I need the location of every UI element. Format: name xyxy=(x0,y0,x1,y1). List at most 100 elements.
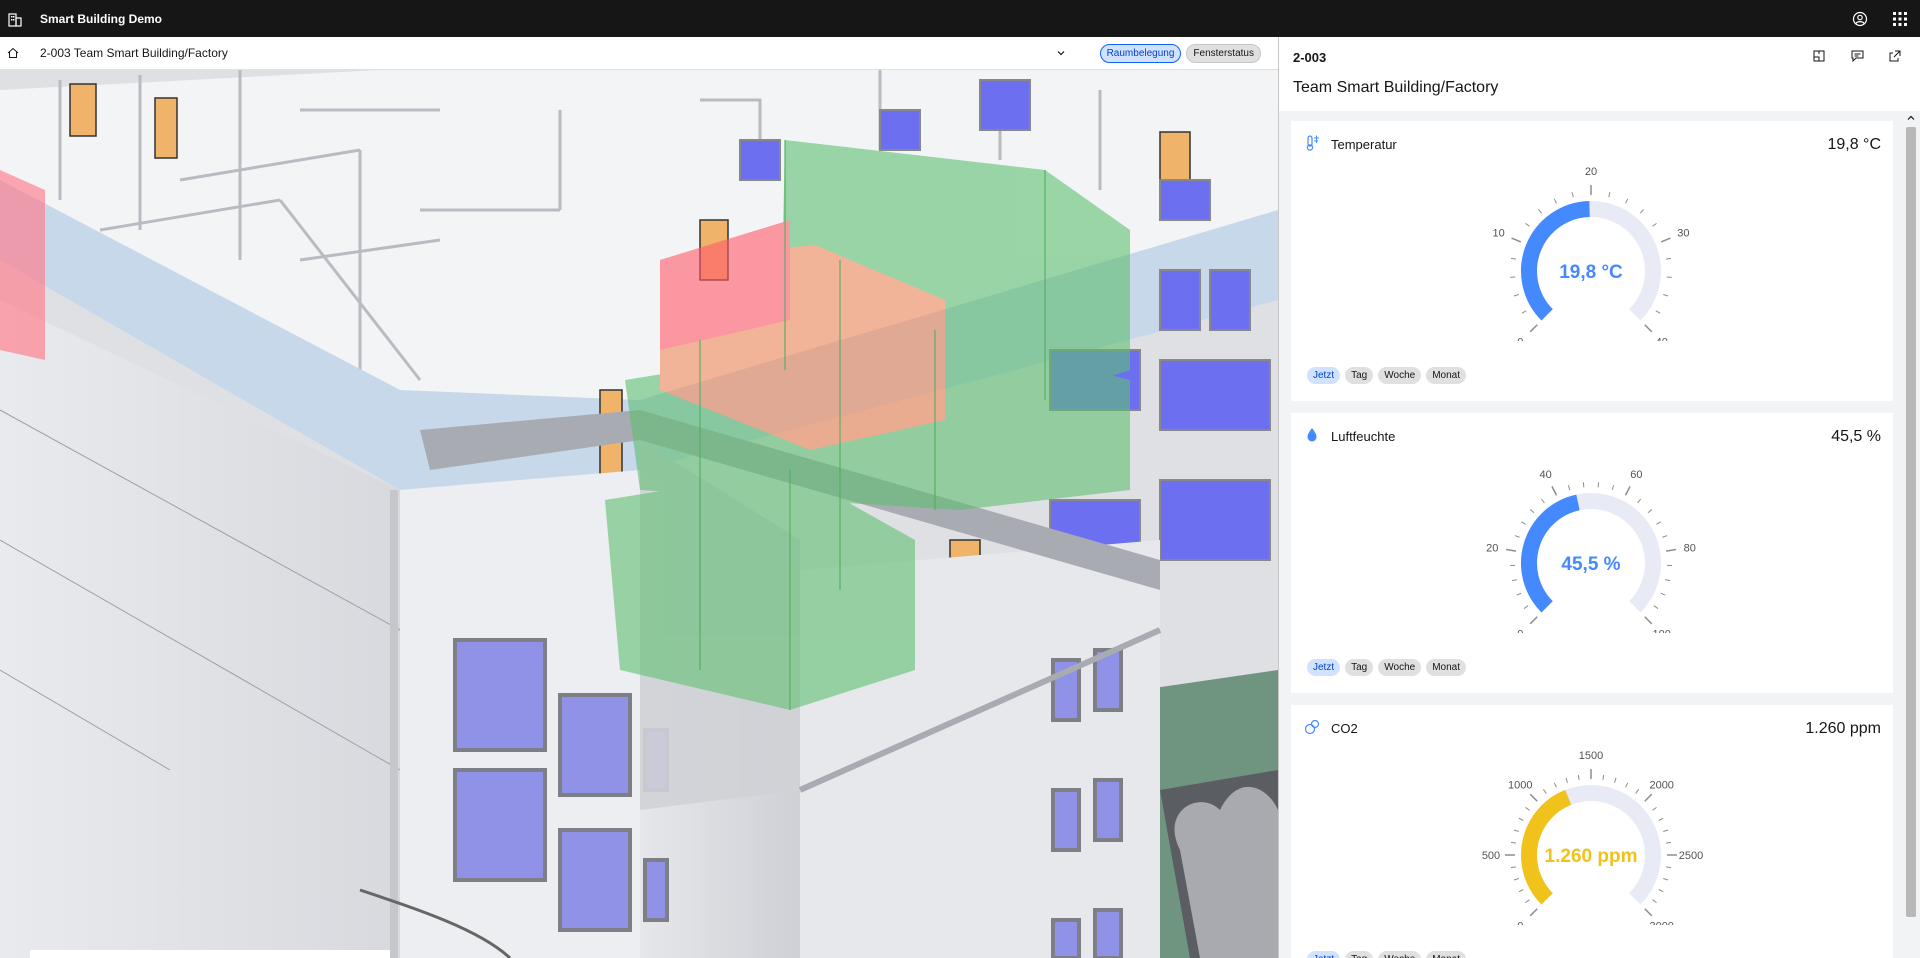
gauge-tick xyxy=(1518,889,1524,893)
gauge-tick-label: 1000 xyxy=(1508,779,1532,791)
range-tag[interactable]: Tag xyxy=(1345,659,1374,676)
gauge-tick xyxy=(1521,310,1527,314)
gauge-tick xyxy=(1510,841,1517,844)
room-name: Team Smart Building/Factory xyxy=(1293,79,1499,96)
range-jetzt[interactable]: Jetzt xyxy=(1307,367,1341,384)
gauge-tick xyxy=(1505,548,1517,552)
panel-scrollbar[interactable] xyxy=(1902,111,1920,958)
gauge-tick xyxy=(1663,829,1669,832)
gauge-tick xyxy=(1663,294,1669,297)
gauge-value-label: 1.260 ppm xyxy=(1545,846,1638,867)
time-range-selector: Jetzt Tag Woche Monat xyxy=(1307,367,1471,384)
building-3d-view[interactable] xyxy=(0,70,1278,958)
gauge-tick xyxy=(1647,509,1653,514)
time-range-selector: Jetzt Tag Woche Monat xyxy=(1307,659,1471,676)
gauge-tick xyxy=(1625,198,1629,204)
gauge-value-label: 45,5 % xyxy=(1561,554,1620,575)
chat-icon[interactable] xyxy=(1838,45,1876,67)
floorplan-icon[interactable] xyxy=(1800,45,1838,67)
gauge-tick xyxy=(1510,257,1517,260)
app-title: Smart Building Demo xyxy=(40,11,163,26)
gauge-tick xyxy=(1655,310,1661,314)
sensor-label: CO2 xyxy=(1331,721,1358,736)
gauge-tick-label: 2500 xyxy=(1679,850,1703,862)
room-id: 2-003 xyxy=(1293,50,1327,65)
gauge-tick-label: 40 xyxy=(1656,337,1668,341)
home-icon[interactable] xyxy=(0,37,26,70)
gauge-tick xyxy=(1553,782,1557,788)
gauge-tick-label: 20 xyxy=(1486,542,1498,554)
gauge-tick xyxy=(1538,209,1543,214)
gauge-tick xyxy=(1513,878,1519,881)
gauge-tick xyxy=(1521,521,1526,525)
gauge-tick xyxy=(1635,789,1640,794)
range-jetzt[interactable]: Jetzt xyxy=(1307,659,1341,676)
range-jetzt[interactable]: Jetzt xyxy=(1307,951,1341,958)
gauge-tick xyxy=(1644,793,1653,802)
gauge-tick xyxy=(1644,908,1653,917)
sensor-label: Luftfeuchte xyxy=(1331,429,1396,444)
humidity-gauge: 0 20 40 60 80 100 45,5 % xyxy=(1486,469,1696,633)
launch-icon[interactable] xyxy=(1876,45,1914,67)
humidity-drop-icon xyxy=(1303,426,1321,444)
user-avatar-icon[interactable] xyxy=(1840,0,1880,37)
gauge-tick xyxy=(1529,793,1538,802)
range-tag[interactable]: Tag xyxy=(1345,951,1374,958)
gauge-tick xyxy=(1602,774,1605,781)
sensor-value: 45,5 % xyxy=(1831,428,1881,445)
gauge-tick xyxy=(1571,192,1574,198)
gauge-tick xyxy=(1652,806,1657,811)
building-icon[interactable] xyxy=(0,0,30,37)
gauge-tick xyxy=(1513,829,1519,832)
gauge-tick xyxy=(1511,579,1517,582)
gauge-tick-label: 80 xyxy=(1684,542,1696,554)
gauge-value-label: 19,8 °C xyxy=(1559,262,1623,283)
sensor-card-humidity: Luftfeuchte 45,5 % 0 20 40 60 80 100 45,5 % Je… xyxy=(1291,413,1893,693)
gauge-tick xyxy=(1611,485,1615,491)
range-tag[interactable]: Tag xyxy=(1345,367,1374,384)
gauge-tick xyxy=(1644,324,1653,333)
pill-fensterstatus[interactable]: Fensterstatus xyxy=(1186,43,1261,63)
pill-raumbelegung[interactable]: Raumbelegung xyxy=(1099,43,1182,63)
gauge-tick xyxy=(1624,486,1631,496)
sensor-card-temperature: Temperatur 19,8 °C 0 10 20 30 40 19,8 °C Jetz… xyxy=(1291,121,1893,401)
gauge-tick xyxy=(1516,592,1522,596)
temperature-gauge: 0 10 20 30 40 19,8 °C xyxy=(1492,166,1689,341)
time-range-selector: Jetzt Tag Woche Monat xyxy=(1307,951,1471,958)
range-monat[interactable]: Monat xyxy=(1426,659,1466,676)
range-woche[interactable]: Woche xyxy=(1378,367,1422,384)
gauge-tick xyxy=(1542,789,1547,794)
gauge-tick xyxy=(1525,806,1530,811)
gauge-tick xyxy=(1511,237,1522,243)
gauge-tick xyxy=(1529,908,1538,917)
scrollbar-thumb[interactable] xyxy=(1906,127,1916,917)
range-woche[interactable]: Woche xyxy=(1378,951,1422,958)
scroll-up-icon[interactable] xyxy=(1906,113,1916,123)
gauge-tick xyxy=(1565,777,1568,783)
range-monat[interactable]: Monat xyxy=(1426,951,1466,958)
thermometer-icon xyxy=(1303,134,1321,152)
range-monat[interactable]: Monat xyxy=(1426,367,1466,384)
gauge-tick xyxy=(1665,257,1672,260)
gauge-tick xyxy=(1658,889,1664,893)
gauge-tick xyxy=(1518,817,1524,821)
gauge-tick xyxy=(1625,782,1629,788)
gauge-tick-label: 40 xyxy=(1539,469,1551,481)
gauge-tick xyxy=(1665,579,1671,582)
gauge-tick xyxy=(1663,878,1669,881)
gauge-tick xyxy=(1665,841,1672,844)
gauge-tick xyxy=(1660,237,1671,243)
gauge-tick-label: 0 xyxy=(1517,337,1523,341)
app-switcher-icon[interactable] xyxy=(1880,0,1920,37)
breadcrumb[interactable]: 2-003 Team Smart Building/Factory xyxy=(40,46,228,60)
gauge-tick xyxy=(1577,774,1580,781)
gauge-tick xyxy=(1644,616,1653,625)
chevron-down-icon[interactable] xyxy=(1046,37,1076,70)
co2-gauge: 0 500 1000 1500 2000 2500 3000 1.260 ppm xyxy=(1482,750,1703,925)
breadcrumb-bar: 2-003 Team Smart Building/Factory Raumbe… xyxy=(0,37,1278,70)
gauge-tick xyxy=(1567,485,1571,491)
gauge-tick-label: 0 xyxy=(1517,921,1523,925)
gauge-tick xyxy=(1665,548,1677,552)
gauge-tick-label: 0 xyxy=(1517,629,1523,633)
range-woche[interactable]: Woche xyxy=(1378,659,1422,676)
